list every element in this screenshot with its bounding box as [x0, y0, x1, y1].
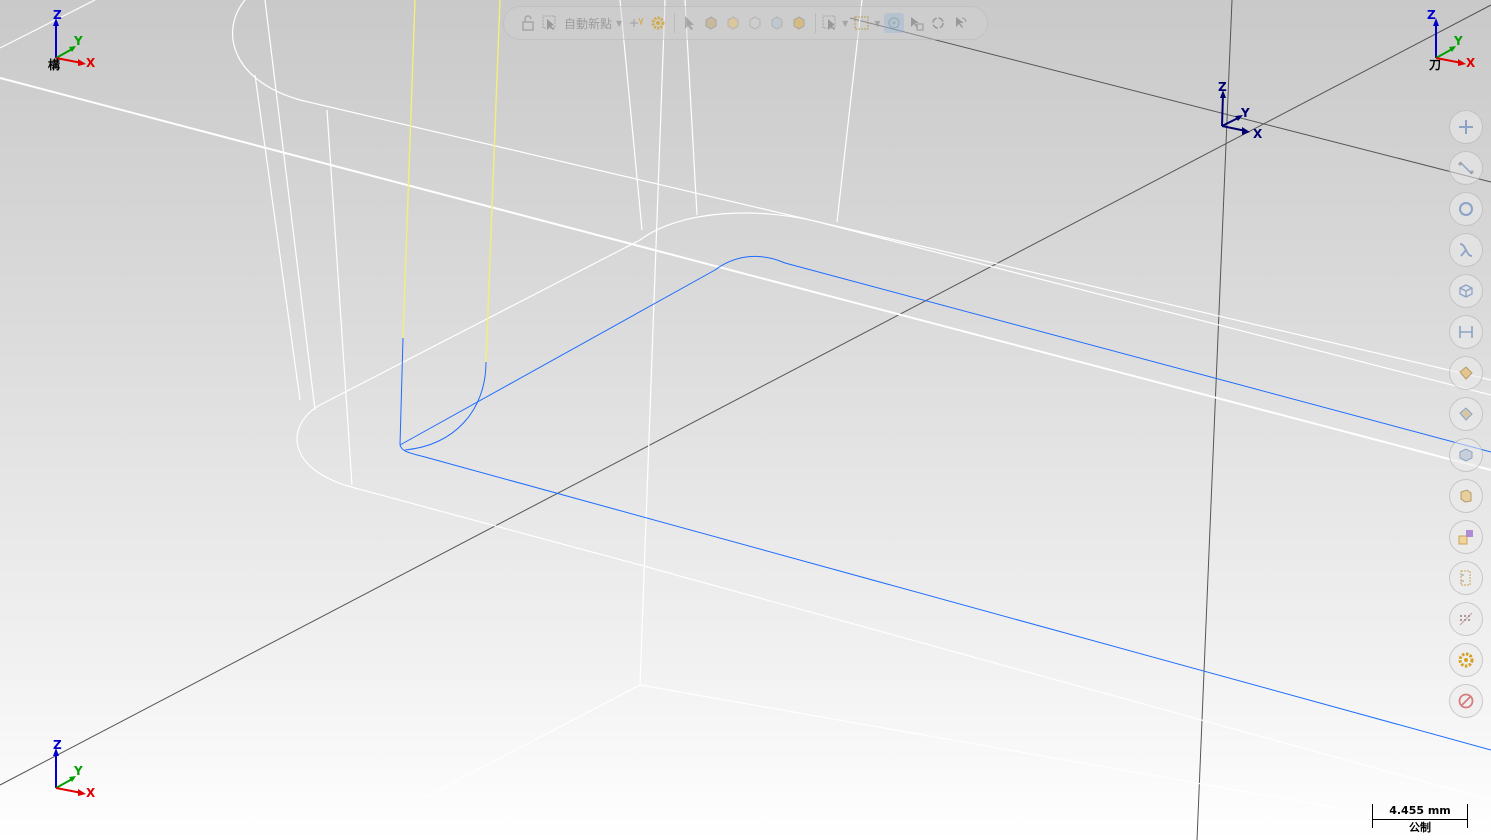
triad-x-label: X: [86, 786, 96, 800]
triad-x-label: X: [86, 56, 96, 70]
face-select-icon[interactable]: [745, 13, 765, 33]
upper-outline: [231, 0, 1491, 381]
transform-icon[interactable]: [1449, 520, 1483, 554]
view-triad: Z Y X: [40, 738, 100, 800]
triad-x-label: X: [1253, 127, 1263, 141]
right-tool-strip: [1449, 110, 1487, 725]
smart-select-icon[interactable]: [884, 13, 905, 33]
auto-cursor-icon[interactable]: [540, 13, 560, 33]
mesh-icon[interactable]: [1449, 438, 1483, 472]
spline-icon[interactable]: [1449, 233, 1483, 267]
snap-point-icon[interactable]: [626, 13, 646, 33]
solid-select-icon[interactable]: [701, 13, 721, 33]
triad-y-label: Y: [74, 34, 83, 48]
line-icon[interactable]: [1449, 151, 1483, 185]
triad-plane-name: 刀: [1429, 58, 1442, 72]
lower-outline: [296, 239, 1491, 801]
stock-icon[interactable]: [1449, 479, 1483, 513]
refresh-select-icon[interactable]: [928, 13, 948, 33]
lock-icon[interactable]: [518, 13, 538, 33]
select-arrow-icon[interactable]: [679, 13, 699, 33]
settings-icon[interactable]: [1449, 643, 1483, 677]
triad-y-label: Y: [1241, 106, 1250, 120]
world-axis-y: [849, 17, 1491, 183]
verify-select-icon[interactable]: [906, 13, 926, 33]
solid-icon[interactable]: [1449, 356, 1483, 390]
tool-outline: [402, 0, 501, 363]
auto-new-point-label[interactable]: 自動新點: [564, 15, 612, 32]
prohibit-icon[interactable]: [1449, 684, 1483, 718]
scale-value: 4.455 mm: [1389, 804, 1451, 817]
triad-z-label: Z: [1218, 80, 1227, 94]
toolpath: [399, 255, 1491, 751]
scale-unit-system: 公制: [1409, 821, 1431, 834]
construction-plane-triad: Z Y X 構: [40, 8, 100, 72]
window-select-dropdown-icon[interactable]: ▼: [842, 19, 848, 28]
body-select-icon[interactable]: [723, 13, 743, 33]
triad-z-label: Z: [1427, 8, 1436, 22]
tool-plane-triad: Z Y X 刀: [1420, 8, 1480, 72]
selection-toolbar: 自動新點 ▼ ▼ ▼: [503, 6, 988, 40]
scale-bar: 4.455 mm 公制: [1372, 804, 1468, 834]
gear-icon[interactable]: [648, 13, 668, 33]
triad-y-label: Y: [1454, 34, 1463, 48]
triad-z-label: Z: [53, 8, 62, 22]
surface-icon[interactable]: [1449, 274, 1483, 308]
circle-icon[interactable]: [1449, 192, 1483, 226]
world-origin-triad: Z Y X: [1210, 80, 1270, 141]
chain-select-icon[interactable]: [852, 13, 872, 33]
dimension-icon[interactable]: [1449, 315, 1483, 349]
triad-z-label: Z: [53, 738, 62, 752]
mid-outline: [639, 212, 1491, 396]
grid-icon[interactable]: [1449, 602, 1483, 636]
wireframe-icon[interactable]: [1449, 561, 1483, 595]
triad-x-label: X: [1466, 56, 1476, 70]
triad-y-label: Y: [74, 764, 83, 778]
undo-select-icon[interactable]: [950, 13, 970, 33]
edge-select-icon[interactable]: [767, 13, 787, 33]
auto-new-point-dropdown-icon[interactable]: ▼: [616, 19, 622, 28]
window-select-icon[interactable]: [820, 13, 840, 33]
solid-edit-icon[interactable]: [1449, 397, 1483, 431]
vertex-select-icon[interactable]: [789, 13, 809, 33]
triad-plane-name: 構: [48, 58, 61, 72]
chain-select-dropdown-icon[interactable]: ▼: [874, 19, 880, 28]
point-icon[interactable]: [1449, 110, 1483, 144]
